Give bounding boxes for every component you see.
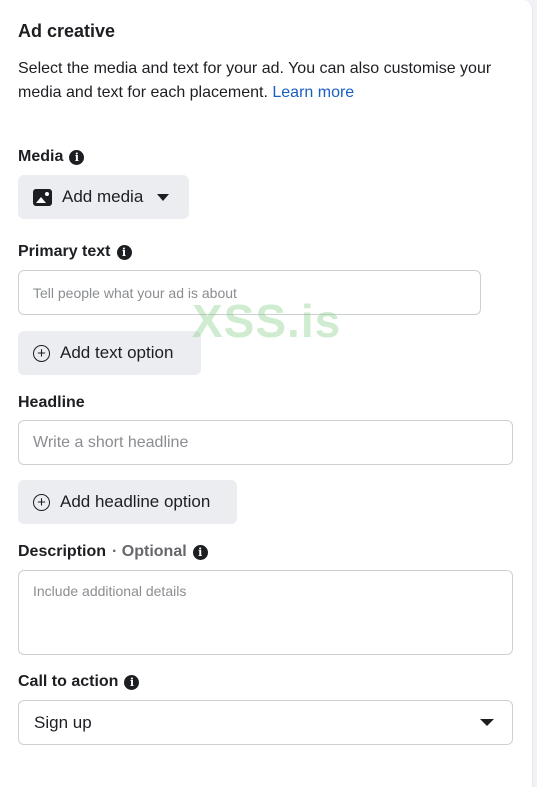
image-icon	[33, 188, 52, 206]
description-textarea[interactable]	[33, 583, 498, 643]
media-label-row: Media i	[18, 148, 85, 166]
plus-circle-icon: +	[33, 493, 50, 511]
cta-selected-value: Sign up	[34, 712, 92, 732]
description-label-row: Description · Optional i	[18, 543, 208, 561]
info-icon[interactable]: i	[116, 244, 132, 260]
add-text-option-button[interactable]: + Add text option	[18, 331, 201, 375]
description-label: Description	[18, 543, 107, 560]
headline-field[interactable]	[18, 420, 513, 465]
info-icon[interactable]: i	[69, 149, 85, 165]
caret-down-icon	[480, 719, 494, 726]
add-text-option-label: Add text option	[60, 343, 174, 362]
optional-tag: · Optional	[112, 543, 187, 560]
section-description-text: Select the media and text for your ad. Y…	[18, 60, 492, 101]
headline-label: Headline	[18, 394, 85, 411]
plus-circle-icon: +	[33, 344, 50, 362]
learn-more-link[interactable]: Learn more	[272, 84, 354, 101]
primary-text-label-row: Primary text i	[18, 243, 132, 261]
ad-creative-panel: Ad creative Select the media and text fo…	[0, 0, 533, 787]
add-media-button[interactable]: Add media	[18, 175, 189, 219]
description-field[interactable]	[18, 570, 513, 655]
headline-input[interactable]	[33, 433, 498, 452]
primary-text-field[interactable]	[18, 270, 481, 315]
info-icon[interactable]: i	[192, 544, 208, 560]
primary-text-label: Primary text	[18, 243, 111, 260]
add-media-label: Add media	[62, 187, 144, 206]
section-description: Select the media and text for your ad. Y…	[18, 57, 513, 105]
headline-label-row: Headline	[18, 394, 85, 412]
caret-down-icon	[157, 193, 170, 201]
add-headline-option-button[interactable]: + Add headline option	[18, 480, 237, 524]
media-label: Media	[18, 148, 64, 165]
info-icon[interactable]: i	[124, 674, 140, 690]
cta-label: Call to action	[18, 673, 119, 690]
section-title: Ad creative	[18, 21, 116, 41]
primary-text-input[interactable]	[33, 284, 466, 301]
cta-select[interactable]: Sign up	[18, 700, 513, 745]
cta-label-row: Call to action i	[18, 673, 140, 691]
add-headline-option-label: Add headline option	[60, 492, 211, 511]
